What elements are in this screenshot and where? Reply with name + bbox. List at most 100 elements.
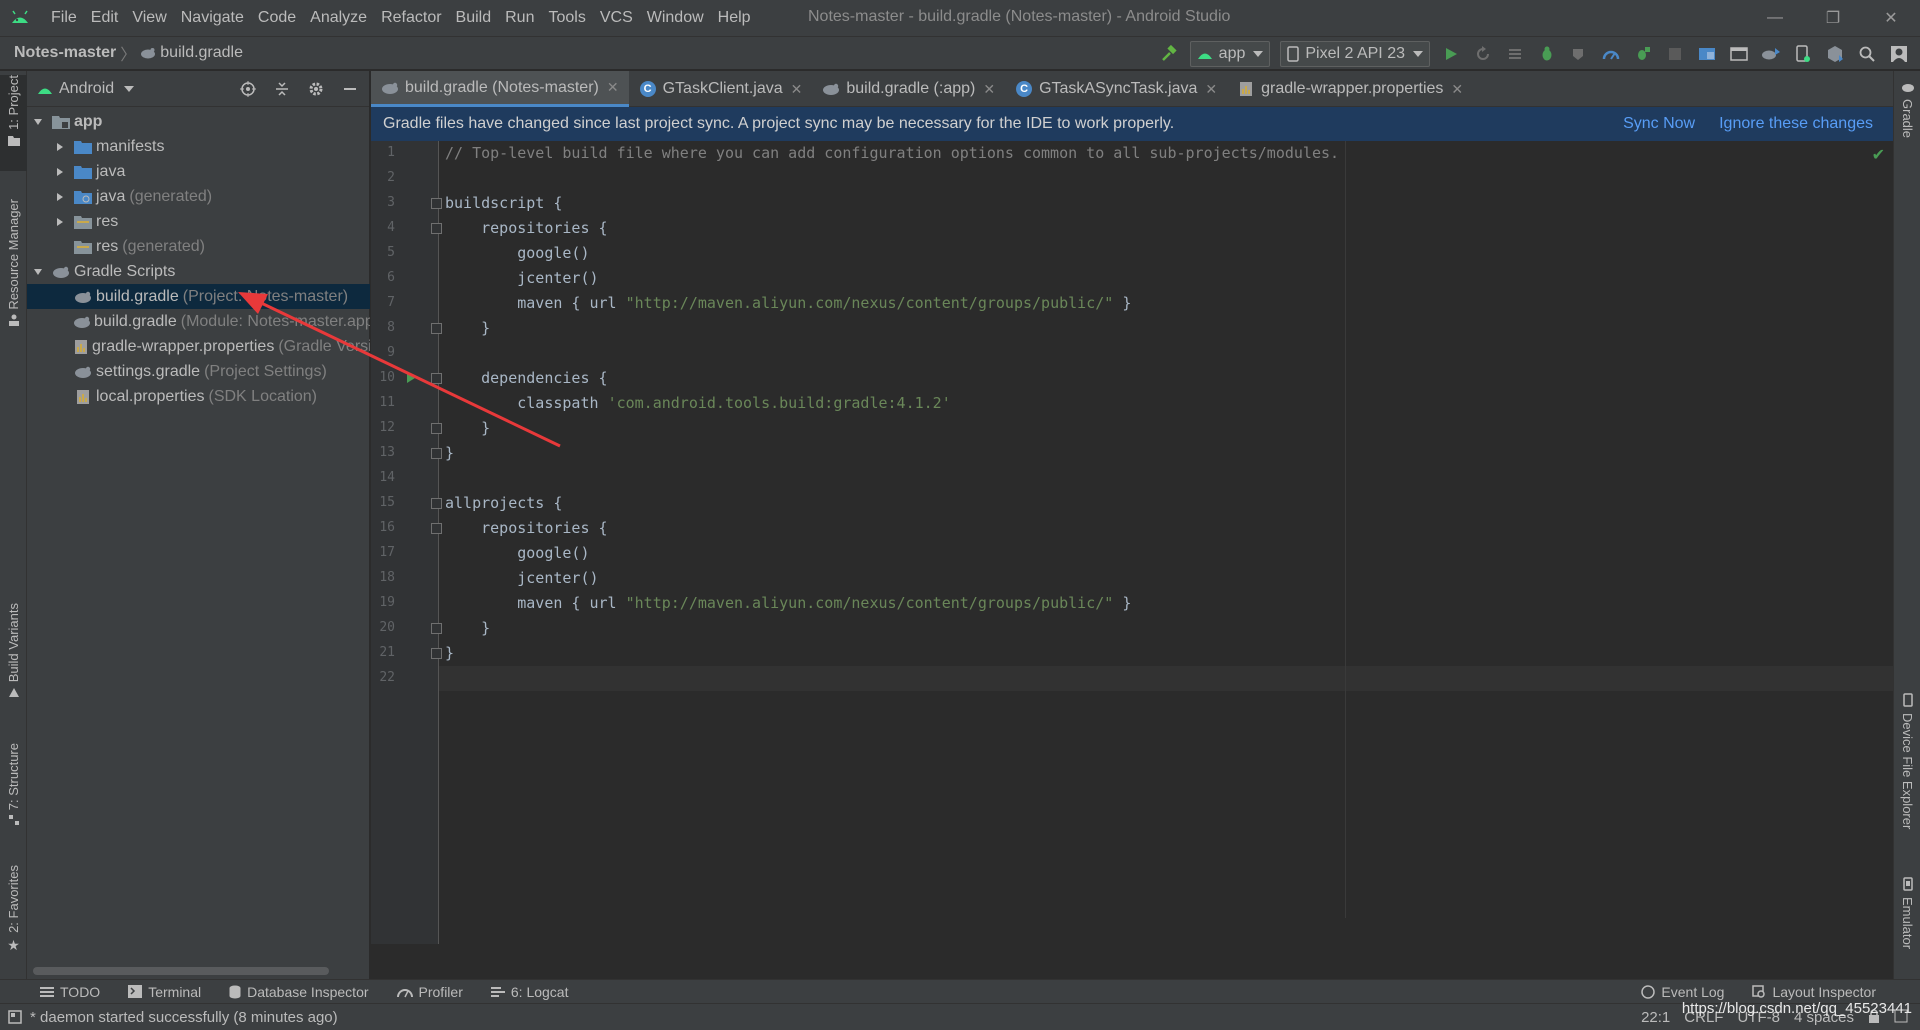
collapsed-arrow-icon[interactable] (53, 192, 67, 202)
close-tab-icon[interactable]: ✕ (791, 81, 803, 98)
emulator-tool-tab[interactable]: Emulator (1894, 877, 1920, 959)
fold-marker-icon[interactable] (431, 623, 442, 634)
tree-item-java[interactable]: java (27, 159, 370, 184)
gear-icon[interactable] (303, 76, 329, 102)
fold-marker-icon[interactable] (431, 323, 442, 334)
menu-navigate[interactable]: Navigate (174, 9, 251, 27)
avd-manager-icon[interactable] (1724, 40, 1754, 68)
status-message[interactable]: * daemon started successfully (8 minutes… (30, 1009, 338, 1026)
menu-view[interactable]: View (125, 9, 173, 27)
resource-manager-tool-tab[interactable]: Resource Manager (0, 199, 27, 341)
database-inspector-tool-button[interactable]: Database Inspector (215, 984, 382, 1000)
collapsed-arrow-icon[interactable] (53, 167, 67, 177)
expanded-arrow-icon[interactable] (31, 117, 45, 127)
tab-gtaskasynctask[interactable]: C GTaskASyncTask.java ✕ (1005, 71, 1227, 107)
run-gutter-icon[interactable] (407, 373, 415, 383)
tree-item-gradle-wrapper[interactable]: gradle-wrapper.properties (Gradle Versio… (27, 334, 370, 359)
tab-build-gradle-project[interactable]: build.gradle (Notes-master) ✕ (371, 71, 629, 107)
breadcrumb-file[interactable]: build.gradle (160, 44, 243, 62)
menu-refactor[interactable]: Refactor (374, 9, 448, 27)
menu-run[interactable]: Run (498, 9, 541, 27)
layout-inspector-tool-button[interactable]: Layout Inspector (1738, 984, 1890, 1000)
attach-debugger-icon[interactable] (1628, 40, 1658, 68)
todo-tool-button[interactable]: TODO (26, 984, 114, 1000)
tree-item-settings-gradle[interactable]: settings.gradle (Project Settings) (27, 359, 370, 384)
tree-item-manifests[interactable]: manifests (27, 134, 370, 159)
gradle-tool-tab[interactable]: Gradle (1894, 81, 1920, 153)
menu-code[interactable]: Code (251, 9, 303, 27)
ignore-changes-link[interactable]: Ignore these changes (1719, 115, 1873, 133)
fold-marker-icon[interactable] (431, 198, 442, 209)
menu-analyze[interactable]: Analyze (303, 9, 374, 27)
project-view-select[interactable]: Android (37, 80, 135, 98)
close-tab-icon[interactable]: ✕ (1205, 81, 1217, 98)
menu-window[interactable]: Window (640, 9, 711, 27)
menu-build[interactable]: Build (449, 9, 499, 27)
status-toggle-icon[interactable] (8, 1010, 22, 1024)
fold-marker-icon[interactable] (431, 223, 442, 234)
project-structure-icon[interactable] (1692, 40, 1722, 68)
expanded-arrow-icon[interactable] (31, 267, 45, 277)
project-tool-tab[interactable]: 1: Project (0, 75, 27, 171)
structure-tool-tab[interactable]: 7: Structure (0, 743, 27, 837)
make-project-hammer-icon[interactable] (1154, 40, 1184, 68)
fold-marker-icon[interactable] (431, 498, 442, 509)
sync-gradle-icon[interactable] (1756, 40, 1786, 68)
menu-file[interactable]: File (44, 9, 84, 27)
fold-marker-icon[interactable] (431, 648, 442, 659)
favorites-tool-tab[interactable]: 2: Favorites ★ (0, 865, 27, 961)
tab-gradle-wrapper-properties[interactable]: gradle-wrapper.properties ✕ (1227, 71, 1473, 107)
tree-item-java-generated[interactable]: java (generated) (27, 184, 370, 209)
menu-help[interactable]: Help (711, 9, 758, 27)
code-editor[interactable]: 1 2 3 4 5 6 7 8 9 10 11 12 13 14 15 16 17 18 19 20 21 22 // T… (371, 141, 1893, 944)
tree-item-local-properties[interactable]: local.properties (SDK Location) (27, 384, 370, 409)
run-with-coverage-icon[interactable] (1564, 40, 1594, 68)
menu-edit[interactable]: Edit (84, 9, 126, 27)
run-icon[interactable] (1436, 40, 1466, 68)
locate-file-icon[interactable] (235, 76, 261, 102)
event-log-tool-button[interactable]: Event Log (1627, 984, 1738, 1000)
restore-button[interactable]: ❐ (1804, 0, 1862, 36)
tab-build-gradle-app[interactable]: build.gradle (:app) ✕ (812, 71, 1005, 107)
sdk-manager-icon[interactable] (1820, 40, 1850, 68)
search-icon[interactable] (1852, 40, 1882, 68)
close-tab-icon[interactable]: ✕ (607, 79, 619, 96)
close-tab-icon[interactable]: ✕ (1451, 81, 1463, 98)
tab-gtaskclient[interactable]: C GTaskClient.java ✕ (629, 71, 813, 107)
fold-marker-icon[interactable] (431, 373, 442, 384)
logcat-tool-button[interactable]: 6: Logcat (477, 984, 583, 1000)
fold-marker-icon[interactable] (431, 523, 442, 534)
tree-item-res[interactable]: res (27, 209, 370, 234)
collapse-all-icon[interactable] (269, 76, 295, 102)
stop-icon[interactable] (1660, 40, 1690, 68)
menu-vcs[interactable]: VCS (593, 9, 640, 27)
profile-icon[interactable] (1596, 40, 1626, 68)
tree-item-app[interactable]: app (27, 109, 370, 134)
tree-item-build-gradle-project[interactable]: build.gradle (Project: Notes-master) (27, 284, 370, 309)
tree-item-res-generated[interactable]: res (generated) (27, 234, 370, 259)
collapsed-arrow-icon[interactable] (53, 142, 67, 152)
build-variants-tool-tab[interactable]: Build Variants (0, 603, 27, 705)
tree-item-build-gradle-module[interactable]: build.gradle (Module: Notes-master.app) (27, 309, 370, 334)
device-manager-icon[interactable] (1788, 40, 1818, 68)
caret-position[interactable]: 22:1 (1641, 1009, 1670, 1026)
debug-icon[interactable] (1532, 40, 1562, 68)
collapsed-arrow-icon[interactable] (53, 217, 67, 227)
terminal-tool-button[interactable]: Terminal (114, 984, 215, 1000)
apply-changes-restart-icon[interactable] (1468, 40, 1498, 68)
close-window-button[interactable]: ✕ (1862, 0, 1920, 36)
project-tree-scrollbar[interactable] (33, 967, 329, 975)
close-tab-icon[interactable]: ✕ (983, 81, 995, 98)
device-select[interactable]: Pixel 2 API 23 (1280, 41, 1430, 67)
hide-panel-icon[interactable] (337, 76, 363, 102)
minimize-button[interactable]: — (1746, 0, 1804, 36)
apply-code-changes-icon[interactable] (1500, 40, 1530, 68)
inspection-ok-check-icon[interactable]: ✔ (1872, 145, 1885, 165)
device-file-explorer-tool-tab[interactable]: Device File Explorer (1894, 693, 1920, 841)
account-avatar-icon[interactable] (1884, 40, 1914, 68)
sync-now-link[interactable]: Sync Now (1623, 115, 1695, 133)
breadcrumb-project[interactable]: Notes-master (14, 44, 116, 62)
run-configuration-select[interactable]: app (1189, 41, 1271, 67)
fold-marker-icon[interactable] (431, 423, 442, 434)
fold-marker-icon[interactable] (431, 448, 442, 459)
